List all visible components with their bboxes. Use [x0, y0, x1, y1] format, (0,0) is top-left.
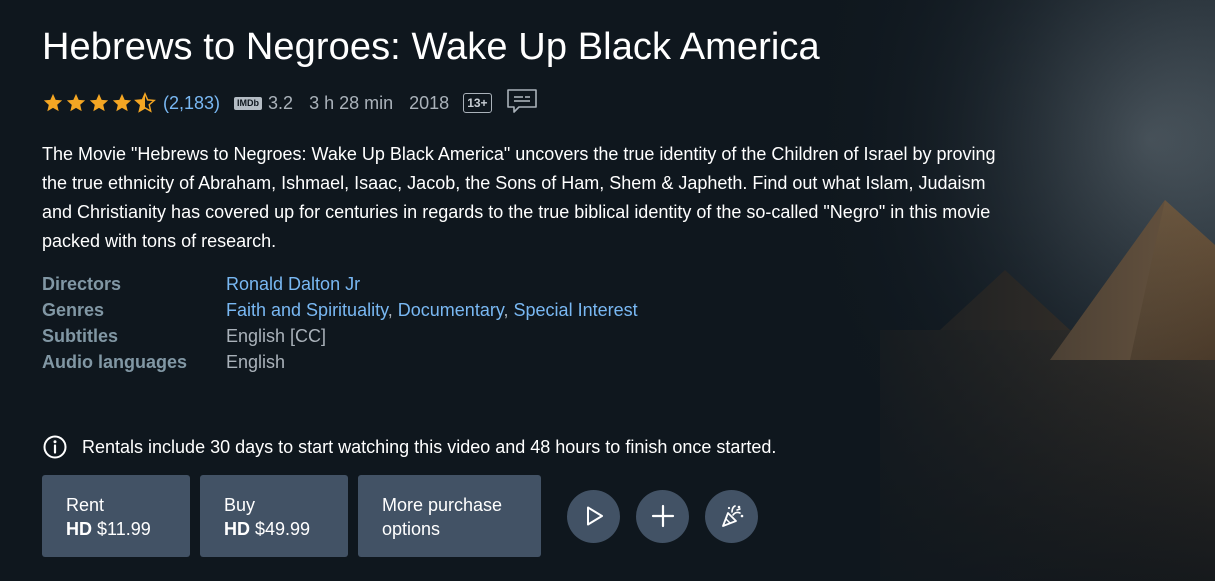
more-purchase-options-button[interactable]: More purchase options [358, 475, 541, 557]
runtime: 3 h 28 min [309, 92, 394, 113]
star-full-icon [43, 93, 63, 112]
buy-label: Buy [224, 495, 256, 515]
details-table: Directors Ronald Dalton Jr Genres Faith … [42, 271, 638, 375]
genre-separator: , [387, 300, 393, 320]
director-link[interactable]: Ronald Dalton Jr [226, 271, 360, 297]
watch-party-button[interactable] [705, 489, 758, 543]
play-icon [586, 506, 603, 526]
more-options-line1: More purchase [382, 495, 503, 515]
page-title: Hebrews to Negroes: Wake Up Black Americ… [42, 26, 820, 68]
rent-price: $11.99 [97, 519, 151, 539]
rating-count-link[interactable]: (2,183) [163, 93, 220, 114]
more-options-line2: options [382, 519, 441, 539]
buy-price: $49.99 [255, 519, 311, 539]
star-rating[interactable] [42, 92, 157, 114]
trailer-play-button[interactable] [567, 489, 620, 543]
details-row-subtitles: Subtitles English [CC] [42, 323, 638, 349]
rent-label: Rent [66, 495, 105, 515]
maturity-rating-badge[interactable]: 13+ [463, 93, 492, 113]
star-full-icon [66, 93, 86, 112]
audio-languages-value: English [226, 352, 286, 372]
genre-link-documentary[interactable]: Documentary [398, 300, 504, 320]
star-full-icon [112, 93, 132, 112]
subtitles-icon [506, 88, 538, 119]
genre-link-special-interest[interactable]: Special Interest [514, 300, 638, 320]
buy-quality: HD [224, 519, 250, 539]
rental-notice: Rentals include 30 days to start watchin… [42, 434, 776, 460]
genres-label: Genres [42, 300, 105, 320]
metadata-row: (2,183) IMDb 3.2 3 h 28 min 2018 13+ [42, 88, 538, 119]
rental-notice-text: Rentals include 30 days to start watchin… [82, 436, 777, 457]
imdb-logo: IMDb [234, 96, 263, 110]
buy-hd-button[interactable]: Buy HD $49.99 [200, 475, 348, 557]
purchase-actions: Rent HD $11.99 Buy HD $49.99 More purcha… [42, 475, 758, 557]
info-icon [43, 435, 67, 459]
subtitles-value: English [CC] [226, 326, 327, 346]
party-popper-icon [721, 505, 743, 527]
add-icon [651, 504, 674, 528]
details-row-audio: Audio languages English [42, 349, 638, 375]
directors-label: Directors [42, 274, 122, 294]
genre-link-faith-and-spirituality[interactable]: Faith and Spirituality [226, 300, 388, 320]
star-half-icon [134, 92, 156, 113]
rent-quality: HD [66, 519, 92, 539]
details-row-genres: Genres Faith and Spirituality, Documenta… [42, 297, 638, 323]
imdb-score: 3.2 [268, 92, 294, 113]
rent-hd-button[interactable]: Rent HD $11.99 [42, 475, 190, 557]
genre-separator: , [503, 300, 509, 320]
audio-languages-label: Audio languages [42, 352, 188, 372]
star-full-icon [89, 93, 109, 112]
release-year: 2018 [409, 92, 450, 113]
subtitles-label: Subtitles [42, 326, 119, 346]
details-row-directors: Directors Ronald Dalton Jr [42, 271, 638, 297]
synopsis: The Movie "Hebrews to Negroes: Wake Up B… [42, 144, 996, 251]
add-to-watchlist-button[interactable] [636, 489, 689, 543]
